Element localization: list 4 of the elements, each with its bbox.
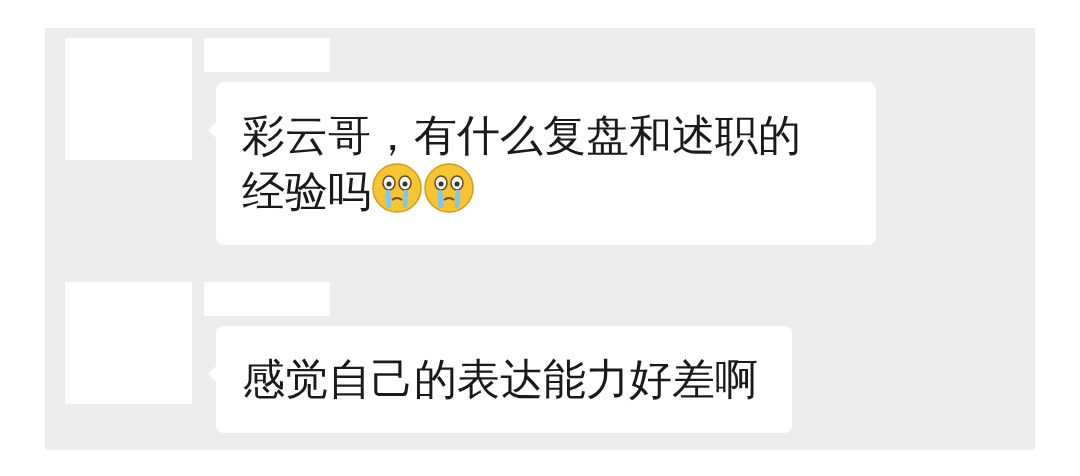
crying-face-icon	[371, 162, 423, 214]
message-text: 彩云哥，有什么复盘和述职的经验吗	[242, 110, 801, 216]
message-text: 感觉自己的表达能力好差啊	[242, 354, 758, 404]
crying-face-icon	[423, 162, 475, 214]
